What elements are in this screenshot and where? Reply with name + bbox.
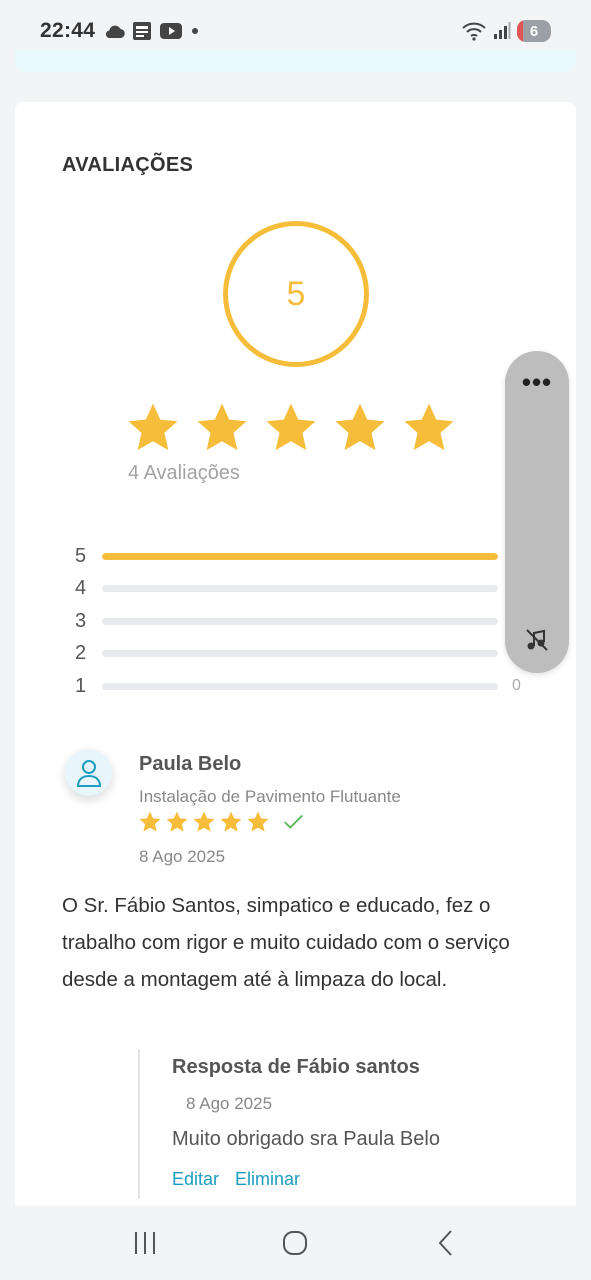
edit-reply-link[interactable]: Editar [172, 1169, 219, 1190]
star-icon [193, 811, 215, 832]
reviews-count: 4 Avaliações [128, 462, 240, 484]
reply-actions: Editar Eliminar [172, 1169, 558, 1190]
system-nav-bar [0, 1206, 591, 1280]
distribution-row: 5 [75, 540, 535, 573]
star-icon [266, 403, 316, 451]
distribution-label: 3 [75, 609, 87, 632]
section-title: AVALIAÇÕES [62, 154, 194, 176]
wifi-icon [462, 22, 486, 41]
review-date: 8 Ago 2025 [139, 847, 226, 866]
cloud-icon [106, 25, 125, 39]
star-icon [220, 811, 242, 832]
signal-icon [494, 22, 511, 39]
back-icon [438, 1230, 452, 1256]
distribution-track [102, 682, 498, 690]
reply-block: Resposta de Fábio santos 8 Ago 2025 Muit… [138, 1049, 558, 1199]
home-icon [283, 1231, 308, 1255]
star-icon [139, 811, 161, 832]
reply-text: Muito obrigado sra Paula Belo [172, 1128, 440, 1150]
music-off-icon[interactable] [524, 627, 550, 653]
news-icon [133, 22, 152, 40]
review-text: O Sr. Fábio Santos, simpatico e educado,… [62, 894, 510, 991]
distribution-track [102, 585, 498, 593]
distribution-track [102, 617, 498, 625]
recent-apps-button[interactable] [125, 1223, 165, 1263]
more-options-button[interactable]: ••• [505, 367, 569, 397]
ratings-card: AVALIAÇÕES 5 4 Avaliações 5 4 3 2 1 0 Pa… [15, 102, 576, 1212]
average-score-ring: 5 [223, 221, 369, 367]
status-time: 22:44 [40, 19, 96, 42]
distribution-label: 4 [75, 577, 87, 600]
star-icon [166, 811, 188, 832]
reviewer-avatar [65, 749, 112, 796]
user-icon [76, 759, 101, 787]
status-notification-icons [103, 20, 201, 42]
distribution-track [102, 552, 498, 560]
reply-date: 8 Ago 2025 [186, 1094, 273, 1113]
distribution-row: 2 [75, 638, 535, 671]
star-icon [404, 403, 454, 451]
distribution-track [102, 650, 498, 658]
floating-side-panel[interactable]: ••• [505, 351, 569, 673]
check-icon [284, 814, 303, 829]
distribution-label: 2 [75, 642, 87, 665]
reviewer-service: Instalação de Pavimento Flutuante [139, 787, 401, 806]
back-button[interactable] [426, 1223, 466, 1263]
distribution-row: 4 [75, 573, 535, 606]
distribution-fill [102, 552, 498, 560]
battery-indicator: 6 [517, 20, 551, 42]
distribution-label: 5 [75, 544, 87, 567]
distribution-count: 0 [512, 677, 521, 695]
top-banner [15, 50, 576, 72]
rating-distribution: 5 4 3 2 1 0 [75, 540, 535, 703]
dot-icon [192, 28, 199, 34]
distribution-row: 1 0 [75, 670, 535, 703]
star-icon [197, 403, 247, 451]
home-button[interactable] [275, 1223, 315, 1263]
youtube-icon [160, 23, 183, 39]
average-stars [125, 400, 457, 456]
star-icon [128, 403, 178, 451]
distribution-label: 1 [75, 674, 87, 697]
review-stars [138, 810, 305, 834]
star-icon [247, 811, 269, 832]
status-system-icons: 6 [461, 20, 551, 42]
reply-title: Resposta de Fábio santos [172, 1056, 420, 1078]
average-score: 5 [286, 274, 306, 313]
distribution-row: 3 [75, 605, 535, 638]
star-icon [335, 403, 385, 451]
recent-apps-icon [135, 1232, 156, 1254]
reviewer-name: Paula Belo [139, 753, 242, 775]
delete-reply-link[interactable]: Eliminar [235, 1169, 300, 1190]
